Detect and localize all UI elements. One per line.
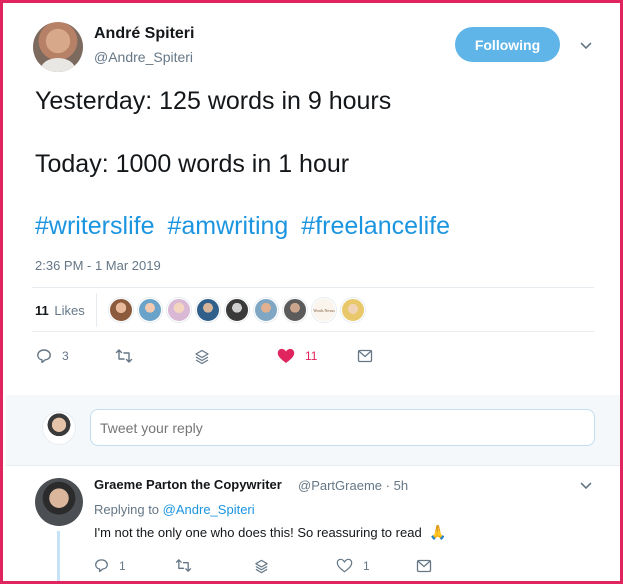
author-handle[interactable]: @Andre_Spiteri — [94, 49, 193, 65]
likers-avatars: Words Nexus — [109, 298, 370, 322]
divider — [32, 331, 594, 332]
tweet-text-line-1: Yesterday: 125 words in 9 hours — [35, 87, 392, 115]
liker-avatar[interactable] — [138, 298, 162, 322]
liker-avatar[interactable] — [341, 298, 365, 322]
layers-action[interactable] — [194, 349, 210, 365]
replying-to-prefix: Replying to — [94, 502, 160, 517]
reply-action[interactable]: 3 — [36, 348, 69, 364]
like-action[interactable]: 11 — [277, 348, 317, 364]
reply-icon — [95, 559, 108, 573]
likes-label: Likes — [54, 303, 85, 318]
tweet-reply-input[interactable] — [90, 409, 595, 446]
chevron-down-icon[interactable] — [580, 40, 592, 52]
retweet-action[interactable] — [115, 348, 133, 364]
liker-avatar[interactable] — [225, 298, 249, 322]
direct-message-action[interactable] — [357, 349, 373, 363]
envelope-icon — [416, 559, 432, 573]
reply-count: 3 — [62, 349, 69, 363]
tweet-card: André Spiteri @Andre_Spiteri Following Y… — [0, 0, 623, 584]
liker-avatar[interactable] — [283, 298, 307, 322]
likes-summary[interactable]: 11 Likes — [35, 303, 85, 318]
current-user-avatar — [42, 411, 76, 445]
divider — [96, 293, 97, 327]
like-count: 11 — [305, 349, 318, 363]
tweet-text-line-2: Today: 1000 words in 1 hour — [35, 150, 350, 178]
divider — [32, 287, 594, 288]
reply-text: I'm not the only one who does this! So r… — [94, 524, 447, 541]
layers-icon — [195, 349, 209, 365]
like-action[interactable]: 1 — [336, 558, 370, 573]
reply-composer — [6, 395, 620, 465]
reply-author-avatar[interactable] — [35, 478, 83, 526]
author-avatar[interactable] — [33, 22, 83, 72]
reply-count: 1 — [119, 558, 126, 573]
separator: · — [385, 478, 390, 493]
reply-author-name[interactable]: Graeme Parton the Copywriter — [94, 477, 282, 492]
reply-action[interactable]: 1 — [94, 558, 126, 573]
retweet-icon — [115, 349, 133, 363]
layers-action[interactable] — [254, 559, 269, 574]
reply-meta: @PartGraeme · 5h — [298, 478, 408, 493]
liker-avatar[interactable] — [254, 298, 278, 322]
hashtags: #writerslife #amwriting #freelancelife — [35, 212, 456, 241]
liker-avatar[interactable] — [167, 298, 191, 322]
chevron-down-icon[interactable] — [580, 480, 592, 492]
following-button[interactable]: Following — [455, 27, 560, 62]
retweet-icon — [175, 559, 192, 572]
hashtag-link[interactable]: #amwriting — [167, 212, 288, 240]
replying-to-handle-link[interactable]: @Andre_Spiteri — [163, 502, 255, 517]
layers-icon — [255, 559, 268, 574]
divider — [6, 465, 620, 466]
heart-icon — [336, 558, 353, 573]
folded-hands-emoji: 🙏 — [429, 524, 447, 540]
tweet-timestamp[interactable]: 2:36 PM - 1 Mar 2019 — [35, 258, 161, 273]
envelope-icon — [357, 349, 373, 363]
reply-time[interactable]: 5h — [394, 478, 408, 493]
conversation-thread-line — [57, 531, 60, 581]
reply-text-body: I'm not the only one who does this! So r… — [94, 525, 422, 540]
like-count: 1 — [363, 558, 370, 573]
heart-icon — [277, 348, 295, 363]
liker-avatar-words-nexus[interactable]: Words Nexus — [312, 298, 336, 322]
replying-to: Replying to @Andre_Spiteri — [94, 502, 255, 517]
hashtag-link[interactable]: #freelancelife — [301, 212, 450, 240]
direct-message-action[interactable] — [416, 559, 432, 573]
hashtag-link[interactable]: #writerslife — [35, 212, 154, 240]
author-name[interactable]: André Spiteri — [94, 25, 194, 43]
reply-author-handle[interactable]: @PartGraeme — [298, 478, 382, 493]
liker-avatar[interactable] — [109, 298, 133, 322]
retweet-action[interactable] — [175, 558, 192, 573]
reply-icon — [37, 349, 51, 364]
likes-count: 11 — [35, 303, 49, 318]
liker-avatar[interactable] — [196, 298, 220, 322]
